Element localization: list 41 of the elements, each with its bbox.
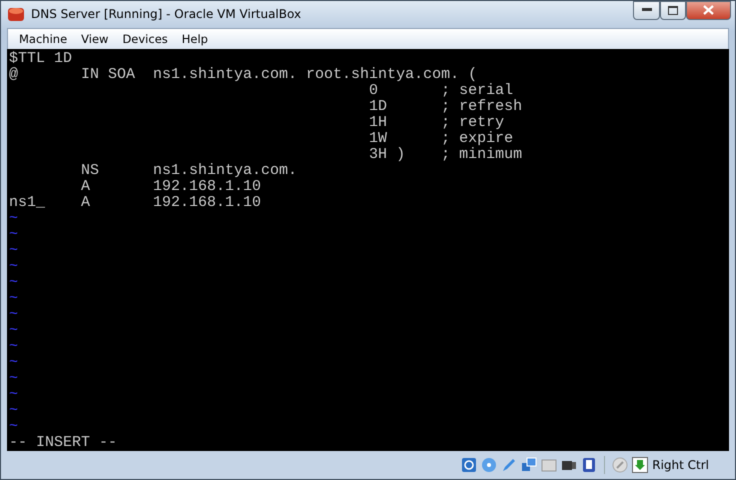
empty-line-marker: ~ [9,386,18,403]
empty-line-marker: ~ [9,258,18,275]
terminal-line: 1H ; retry [368,114,504,131]
empty-line-marker: ~ [9,226,18,243]
terminal-line: ns1_ A 192.168.1.10 [9,194,262,211]
empty-line-marker: ~ [9,210,18,227]
terminal-line: 3H ) ; minimum [368,146,522,163]
terminal-line: @ IN SOA ns1.shintya.com. root.shintya.com. ( [9,66,478,83]
menu-item[interactable]: Machine [12,32,74,46]
mode-indicator: -- INSERT -- [9,434,118,451]
terminal-line: NS ns1.shintya.com. [80,162,298,179]
menu-item[interactable]: Devices [115,32,175,46]
minimize-icon [642,8,652,12]
empty-line-marker: ~ [9,290,18,307]
empty-line-marker: ~ [9,322,18,339]
terminal-line: 1W ; expire [368,130,514,147]
network-icon[interactable] [521,456,538,473]
terminal-line: 1D ; refresh [368,98,522,115]
close-icon [703,5,714,16]
empty-line-marker: ~ [9,338,18,355]
disc-icon[interactable] [481,456,498,473]
menu-item[interactable]: View [74,32,116,46]
maximize-icon [668,6,678,15]
down-arrow-icon[interactable] [632,456,648,473]
close-button[interactable] [686,0,731,20]
empty-line-marker: ~ [9,418,18,435]
minimize-button[interactable] [633,0,660,20]
maximize-button[interactable] [660,0,686,20]
app-icon [7,6,25,22]
empty-line-marker: ~ [9,402,18,419]
terminal-line: $TTL 1D [9,50,72,67]
empty-line-marker: ~ [9,242,18,259]
empty-line-marker: ~ [9,354,18,371]
terminal-line: 0 ; serial [368,82,514,99]
empty-line-marker: ~ [9,274,18,291]
window-title: DNS Server [Running] - Oracle VM VirtualBox [31,7,302,22]
empty-line-marker: ~ [9,306,18,323]
terminal-line: A 192.168.1.10 [80,178,262,195]
menu-item[interactable]: Help [174,32,215,46]
host-key-label: Right Ctrl [652,458,709,472]
empty-line-marker: ~ [9,370,18,387]
